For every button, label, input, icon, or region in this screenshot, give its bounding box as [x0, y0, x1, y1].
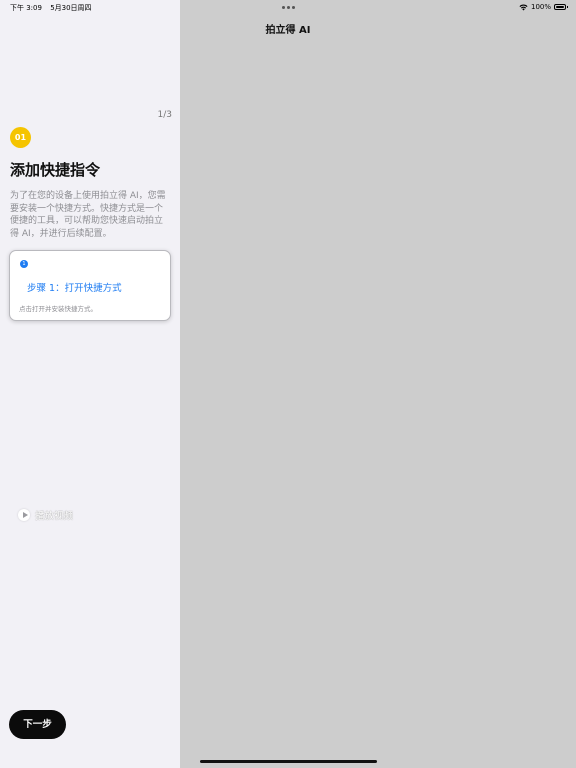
status-date: 5月30日周四 [50, 4, 92, 12]
page-title: 添加快捷指令 [10, 161, 101, 179]
step-number-badge: 1 [20, 260, 28, 268]
step-hint: 点击打开并安装快捷方式。 [19, 305, 97, 313]
battery-percentage: 100% [530, 3, 551, 11]
play-video-label: 播放视频 [35, 511, 74, 522]
page-indicator: 1/3 [157, 110, 172, 120]
status-bar-left: 下午 3:09 5月30日周四 [10, 3, 98, 13]
play-icon [18, 509, 30, 521]
home-indicator [200, 760, 377, 763]
nav-title: 拍立得 AI [265, 25, 311, 36]
description-text: 为了在您的设备上使用拍立得 AI，您需要安装一个快捷方式。快捷方式是一个便捷的工… [10, 191, 166, 239]
status-bar-right: 100% [519, 3, 568, 11]
detail-panel [180, 0, 576, 768]
wifi-icon [519, 4, 528, 10]
step-card[interactable]: 1 步骤 1：打开快捷方式 点击打开并安装快捷方式。 [9, 250, 171, 321]
battery-icon [554, 4, 568, 10]
multitasking-dots-icon[interactable] [282, 6, 295, 9]
play-video-button[interactable]: 播放视频 [18, 508, 73, 522]
next-button[interactable]: 下一步 [9, 710, 66, 739]
status-time: 下午 3:09 [10, 4, 42, 12]
step-badge: 01 [10, 127, 31, 148]
open-shortcut-link[interactable]: 步骤 1：打开快捷方式 [27, 280, 122, 294]
